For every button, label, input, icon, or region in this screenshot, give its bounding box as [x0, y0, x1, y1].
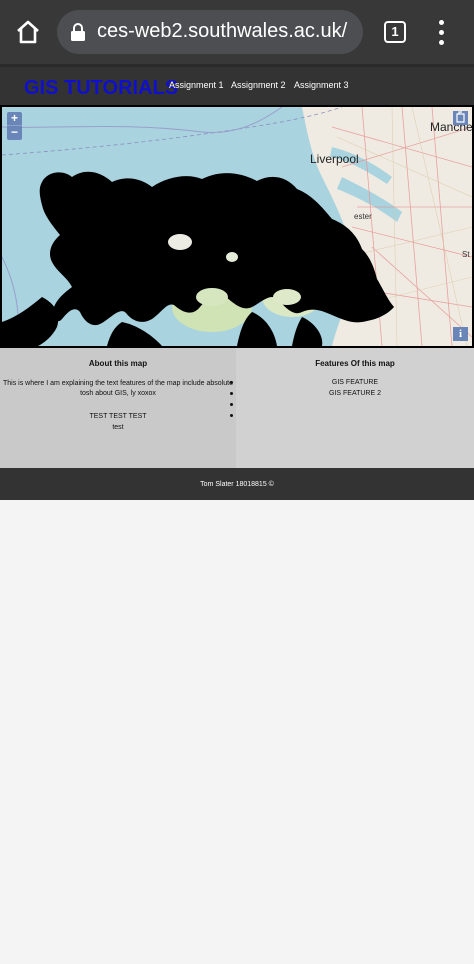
- nav-link-assignment-1[interactable]: Assignment 1: [169, 80, 224, 90]
- list-bullet: [230, 392, 233, 395]
- feature-item: GIS FEATURE 2: [329, 390, 381, 397]
- more-vert-icon[interactable]: [430, 18, 452, 48]
- about-title: About this map: [88, 359, 148, 368]
- tab-switcher-button[interactable]: 1: [384, 21, 406, 43]
- url-text[interactable]: ces-web2.southwales.ac.uk/: [97, 20, 347, 43]
- map-label-stoke: St: [462, 250, 470, 259]
- nav-link-assignment-2[interactable]: Assignment 2: [231, 80, 286, 90]
- attribution-info-button[interactable]: i: [453, 327, 468, 341]
- feature-item: GIS FEATURE: [331, 379, 379, 386]
- zoom-out-button[interactable]: −: [7, 126, 22, 140]
- map-label-chester: ester: [354, 212, 372, 221]
- about-description: This is where I am explaining the text f…: [3, 380, 233, 397]
- features-title: Features Of this map: [315, 359, 395, 368]
- map-canvas[interactable]: Liverpool Manche ester St: [2, 107, 472, 346]
- nav-link-assignment-3[interactable]: Assignment 3: [294, 80, 349, 90]
- map-label-liverpool: Liverpool: [310, 152, 359, 166]
- home-icon[interactable]: [14, 18, 42, 46]
- lock-icon: [70, 23, 86, 41]
- footer-credit: Tom Slater 18018815 ©: [200, 481, 274, 488]
- site-title[interactable]: GIS TUTORIALS: [24, 77, 178, 100]
- about-test-line-1: TEST TEST TEST: [89, 413, 147, 420]
- header-divider: [0, 64, 474, 67]
- address-bar[interactable]: ces-web2.southwales.ac.uk/: [57, 10, 363, 54]
- layer-switcher-icon[interactable]: [453, 111, 468, 125]
- list-bullet: [230, 381, 233, 384]
- list-bullet: [230, 414, 233, 417]
- list-bullet: [230, 403, 233, 406]
- zoom-in-button[interactable]: +: [7, 112, 22, 126]
- about-test-line-2: test: [112, 424, 124, 431]
- zoom-control: + −: [7, 112, 22, 140]
